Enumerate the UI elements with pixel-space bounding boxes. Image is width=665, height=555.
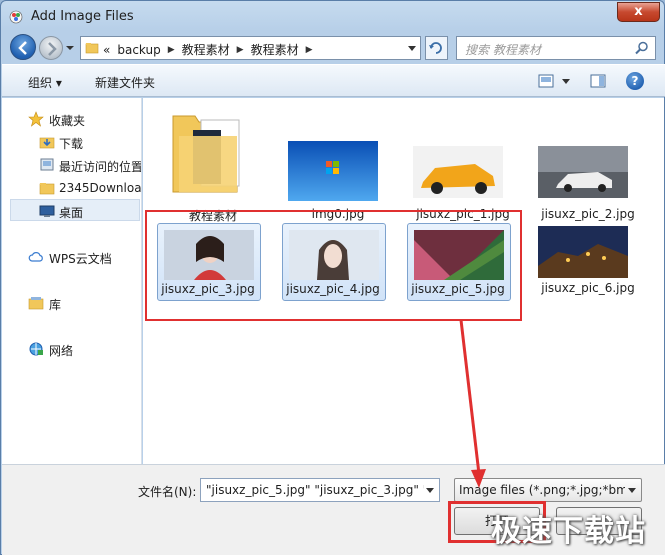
search-box[interactable]: 搜索 教程素材 xyxy=(456,36,656,60)
library-icon xyxy=(28,297,44,310)
filename-label: 文件名(N): xyxy=(138,485,197,499)
folder-icon xyxy=(85,43,99,54)
download-folder-icon xyxy=(39,137,55,149)
sidebar-item-label: 库 xyxy=(49,298,62,312)
sidebar-item-desktop[interactable]: 桌面 xyxy=(10,199,140,221)
command-bar: 组织 ▾ 新建文件夹 ? xyxy=(2,64,665,97)
cloud-icon xyxy=(28,252,43,262)
sidebar-item-wps-cloud[interactable]: WPS云文档 xyxy=(2,246,140,268)
folder-icon xyxy=(172,115,240,193)
arrow-right-icon xyxy=(48,42,57,56)
file-item-jisuxz-pic-2[interactable]: jisuxz_pic_2.jpg xyxy=(538,102,638,221)
network-icon xyxy=(29,342,43,356)
filetype-select[interactable]: Image files (*.png;*.jpg;*bmp xyxy=(454,478,642,502)
image-thumbnail xyxy=(538,146,628,198)
address-bar[interactable]: « backup ▶ 教程素材 ▶ 教程素材 ▶ xyxy=(80,36,421,60)
file-name: jisuxz_pic_2.jpg xyxy=(541,207,635,221)
arrow-left-icon xyxy=(18,41,27,55)
sidebar-item-label: 收藏夹 xyxy=(49,114,86,128)
sidebar-item-label: 最近访问的位置 xyxy=(59,160,142,174)
new-folder-button[interactable]: 新建文件夹 xyxy=(95,74,155,91)
change-view-icon[interactable] xyxy=(538,74,554,88)
search-icon[interactable] xyxy=(635,41,649,55)
image-thumbnail xyxy=(288,141,378,201)
title-bar[interactable]: Add Image Files x xyxy=(1,1,664,31)
star-icon xyxy=(28,111,44,127)
folder-icon xyxy=(39,183,55,195)
search-placeholder: 搜索 教程素材 xyxy=(465,43,541,57)
sidebar-item-2345downloads[interactable]: 2345Downloa xyxy=(2,177,142,199)
file-item-jisuxz-pic-6[interactable]: jisuxz_pic_6.jpg xyxy=(538,223,638,311)
filename-value: "jisuxz_pic_5.jpg" "jisuxz_pic_3.jpg" "j… xyxy=(206,483,424,497)
sidebar-item-network[interactable]: 网络 xyxy=(2,338,140,360)
breadcrumb-jiaocheng-1[interactable]: 教程素材 xyxy=(182,41,230,58)
image-thumbnail xyxy=(413,146,503,198)
image-thumbnail xyxy=(538,226,628,278)
file-name: jisuxz_pic_6.jpg xyxy=(541,281,635,295)
filename-input[interactable]: "jisuxz_pic_5.jpg" "jisuxz_pic_3.jpg" "j… xyxy=(200,478,440,502)
navigation-pane: 收藏夹 下载 最近访问的位置 2345Downloa 桌面 WPS云文档 库 网… xyxy=(2,98,142,464)
close-button[interactable]: x xyxy=(617,2,660,22)
preview-pane-icon[interactable] xyxy=(590,74,606,88)
breadcrumb-backup[interactable]: backup xyxy=(117,43,160,57)
file-item-img0[interactable]: img0.jpg xyxy=(288,102,388,221)
organize-button[interactable]: 组织 ▾ xyxy=(28,74,62,91)
window-title: Add Image Files xyxy=(31,9,134,24)
back-button[interactable] xyxy=(10,34,36,60)
sidebar-item-label: WPS云文档 xyxy=(49,252,112,266)
refresh-icon xyxy=(429,42,442,54)
filetype-dropdown-icon[interactable] xyxy=(628,488,636,493)
sidebar-item-label: 2345Downloa xyxy=(59,181,142,195)
help-icon[interactable]: ? xyxy=(626,72,644,90)
breadcrumb-separator-icon[interactable]: ▶ xyxy=(306,45,313,55)
sidebar-item-libraries[interactable]: 库 xyxy=(2,292,140,314)
annotation-highlight-box xyxy=(145,210,522,321)
recent-places-icon xyxy=(40,158,54,171)
app-icon xyxy=(9,10,23,24)
breadcrumb-separator-icon[interactable]: ▶ xyxy=(168,45,175,55)
breadcrumb-separator-icon[interactable]: ▶ xyxy=(237,45,244,55)
breadcrumb-overflow[interactable]: « xyxy=(103,43,110,57)
close-icon: x xyxy=(634,4,643,19)
filetype-value: Image files (*.png;*.jpg;*bmp xyxy=(459,483,625,497)
refresh-button[interactable] xyxy=(425,36,448,60)
address-dropdown-icon[interactable] xyxy=(408,46,416,51)
view-options-dropdown-icon[interactable] xyxy=(562,79,570,84)
sidebar-item-recent[interactable]: 最近访问的位置 xyxy=(2,154,142,176)
sidebar-item-label: 下载 xyxy=(59,137,84,151)
navigation-bar: « backup ▶ 教程素材 ▶ 教程素材 ▶ 搜索 教程素材 xyxy=(1,31,664,63)
sidebar-item-label: 网络 xyxy=(49,344,74,358)
file-item-folder[interactable]: 教程素材 xyxy=(163,102,263,223)
forward-button[interactable] xyxy=(39,36,63,60)
filename-dropdown-icon[interactable] xyxy=(426,488,434,493)
recent-pages-dropdown-icon[interactable] xyxy=(65,44,75,52)
sidebar-item-label: 桌面 xyxy=(59,206,84,220)
file-dialog-window: Add Image Files x « backup ▶ 教程素材 ▶ 教程素材… xyxy=(0,0,665,555)
breadcrumb-jiaocheng-2[interactable]: 教程素材 xyxy=(251,41,299,58)
desktop-icon xyxy=(39,205,55,217)
watermark-text: 极速下载站 xyxy=(491,514,646,549)
sidebar-item-favorites[interactable]: 收藏夹 xyxy=(2,108,140,130)
file-item-jisuxz-pic-1[interactable]: jisuxz_pic_1.jpg xyxy=(413,102,513,221)
sidebar-item-downloads[interactable]: 下载 xyxy=(2,131,140,153)
